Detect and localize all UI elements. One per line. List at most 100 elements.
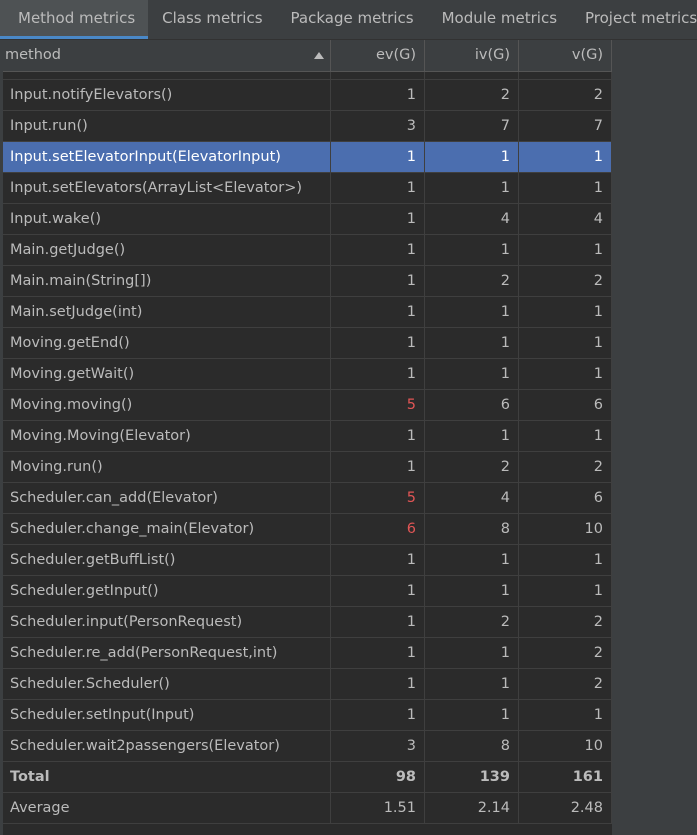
table-row[interactable]: Moving.moving() 5 6 6 (3, 390, 612, 421)
tab-project-metrics[interactable]: Project metrics (571, 0, 697, 39)
ev-cell: 1 (331, 452, 425, 482)
average-row[interactable]: Average 1.51 2.14 2.48 (3, 793, 612, 824)
v-cell: 4 (519, 204, 612, 234)
tab-method-metrics[interactable]: Method metrics (0, 0, 149, 39)
table-row[interactable]: Input.setElevatorInput(ElevatorInput) 1 1 1 (3, 142, 612, 173)
ev-cell: 3 (331, 111, 425, 141)
table-row[interactable]: Input.setElevators(ArrayList<Elevator>) 1… (3, 173, 612, 204)
ev-cell: 1 (331, 328, 425, 358)
ev-cell: 1 (331, 142, 425, 172)
table-row[interactable]: Input.notifyElevators() 1 2 2 (3, 80, 612, 111)
method-cell: Input.notifyElevators() (3, 80, 331, 110)
iv-cell: 1 (425, 576, 519, 606)
column-header-iv[interactable]: iv(G) (425, 40, 519, 71)
v-cell: 10 (519, 514, 612, 544)
table-row[interactable]: Scheduler.getInput() 1 1 1 (3, 576, 612, 607)
method-cell: Moving.moving() (3, 390, 331, 420)
tab-module-metrics[interactable]: Module metrics (428, 0, 571, 39)
table-row[interactable]: Scheduler.setInput(Input) 1 1 1 (3, 700, 612, 731)
iv-cell: 8 (425, 514, 519, 544)
column-header-v[interactable]: v(G) (519, 40, 612, 71)
table-row[interactable]: Scheduler.input(PersonRequest) 1 2 2 (3, 607, 612, 638)
v-cell: 161 (519, 762, 612, 792)
method-cell: Total (3, 762, 331, 792)
total-row[interactable]: Total 98 139 161 (3, 762, 612, 793)
partial-cell (425, 72, 519, 79)
table-row[interactable]: Moving.Moving(Elevator) 1 1 1 (3, 421, 612, 452)
method-cell: Scheduler.re_add(PersonRequest,int) (3, 638, 331, 668)
iv-cell: 8 (425, 731, 519, 761)
v-cell: 10 (519, 731, 612, 761)
method-cell: Scheduler.Scheduler() (3, 669, 331, 699)
iv-cell: 2.14 (425, 793, 519, 823)
partial-cell (3, 72, 331, 79)
method-cell: Input.wake() (3, 204, 331, 234)
method-cell: Scheduler.change_main(Elevator) (3, 514, 331, 544)
table-row[interactable]: Scheduler.Scheduler() 1 1 2 (3, 669, 612, 700)
sort-ascending-icon (314, 52, 324, 59)
ev-cell: 1 (331, 700, 425, 730)
iv-cell: 2 (425, 607, 519, 637)
ev-cell: 1 (331, 576, 425, 606)
table-row[interactable]: Moving.getWait() 1 1 1 (3, 359, 612, 390)
ev-cell: 1 (331, 545, 425, 575)
v-cell: 1 (519, 421, 612, 451)
table-row[interactable]: Main.getJudge() 1 1 1 (3, 235, 612, 266)
v-cell: 7 (519, 111, 612, 141)
iv-cell: 139 (425, 762, 519, 792)
tab-class-metrics[interactable]: Class metrics (148, 0, 276, 39)
table-row[interactable]: Main.setJudge(int) 1 1 1 (3, 297, 612, 328)
table-row[interactable]: Moving.getEnd() 1 1 1 (3, 328, 612, 359)
iv-cell: 1 (425, 297, 519, 327)
v-cell: 1 (519, 235, 612, 265)
table-row[interactable]: Scheduler.re_add(PersonRequest,int) 1 1 2 (3, 638, 612, 669)
iv-cell: 2 (425, 452, 519, 482)
ev-cell: 98 (331, 762, 425, 792)
iv-cell: 1 (425, 545, 519, 575)
partial-cell (519, 72, 612, 79)
v-cell: 1 (519, 173, 612, 203)
method-cell: Input.setElevatorInput(ElevatorInput) (3, 142, 331, 172)
table-row[interactable]: Scheduler.can_add(Elevator) 5 4 6 (3, 483, 612, 514)
table-row[interactable]: Input.wake() 1 4 4 (3, 204, 612, 235)
table-row[interactable]: Moving.run() 1 2 2 (3, 452, 612, 483)
v-cell: 2 (519, 669, 612, 699)
method-cell: Scheduler.getInput() (3, 576, 331, 606)
iv-cell: 1 (425, 328, 519, 358)
iv-cell: 1 (425, 638, 519, 668)
iv-cell: 4 (425, 483, 519, 513)
table-row[interactable]: Scheduler.getBuffList() 1 1 1 (3, 545, 612, 576)
ev-cell: 1 (331, 204, 425, 234)
v-cell: 1 (519, 142, 612, 172)
method-cell: Main.setJudge(int) (3, 297, 331, 327)
ev-cell: 1.51 (331, 793, 425, 823)
iv-cell: 1 (425, 173, 519, 203)
v-cell: 1 (519, 700, 612, 730)
table-row[interactable]: Input.run() 3 7 7 (3, 111, 612, 142)
ev-cell: 5 (331, 483, 425, 513)
method-cell: Average (3, 793, 331, 823)
table-row[interactable]: Scheduler.wait2passengers(Elevator) 3 8 10 (3, 731, 612, 762)
v-cell: 2 (519, 80, 612, 110)
column-header-ev[interactable]: ev(G) (331, 40, 425, 71)
iv-cell: 2 (425, 80, 519, 110)
method-cell: Input.setElevators(ArrayList<Elevator>) (3, 173, 331, 203)
ev-cell: 1 (331, 266, 425, 296)
column-header-method[interactable]: method (3, 40, 331, 71)
metrics-tab-bar: Method metrics Class metrics Package metri… (0, 0, 697, 40)
v-cell: 2 (519, 452, 612, 482)
table-row[interactable]: Scheduler.change_main(Elevator) 6 8 10 (3, 514, 612, 545)
method-cell: Moving.getEnd() (3, 328, 331, 358)
table-row[interactable]: Main.main(String[]) 1 2 2 (3, 266, 612, 297)
iv-cell: 1 (425, 359, 519, 389)
v-cell: 1 (519, 545, 612, 575)
tab-package-metrics[interactable]: Package metrics (277, 0, 428, 39)
v-cell: 2.48 (519, 793, 612, 823)
iv-cell: 1 (425, 669, 519, 699)
method-cell: Input.run() (3, 111, 331, 141)
method-cell: Scheduler.wait2passengers(Elevator) (3, 731, 331, 761)
method-cell: Scheduler.input(PersonRequest) (3, 607, 331, 637)
ev-cell: 1 (331, 173, 425, 203)
v-cell: 1 (519, 297, 612, 327)
ev-cell: 1 (331, 607, 425, 637)
